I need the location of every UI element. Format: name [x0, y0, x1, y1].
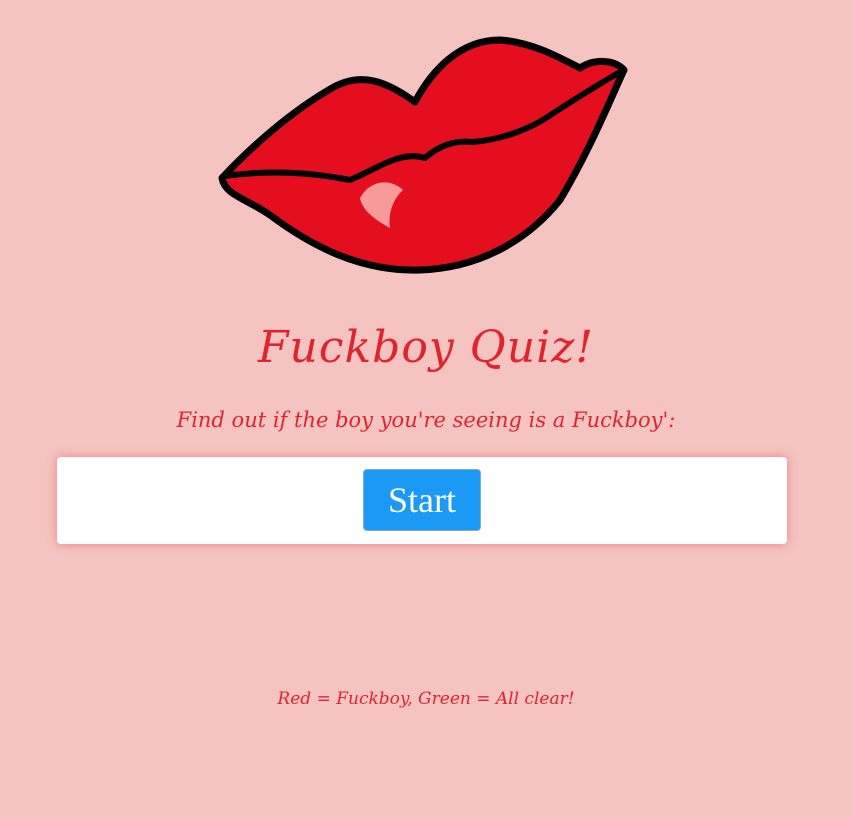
- page-subtitle: Find out if the boy you're seeing is a F…: [176, 408, 676, 432]
- page-title: Fuckboy Quiz!: [257, 322, 595, 373]
- lips-icon: [218, 36, 628, 274]
- quiz-card: Start: [57, 457, 787, 544]
- start-button[interactable]: Start: [363, 469, 481, 531]
- color-legend: Red = Fuckboy, Green = All clear!: [277, 689, 575, 709]
